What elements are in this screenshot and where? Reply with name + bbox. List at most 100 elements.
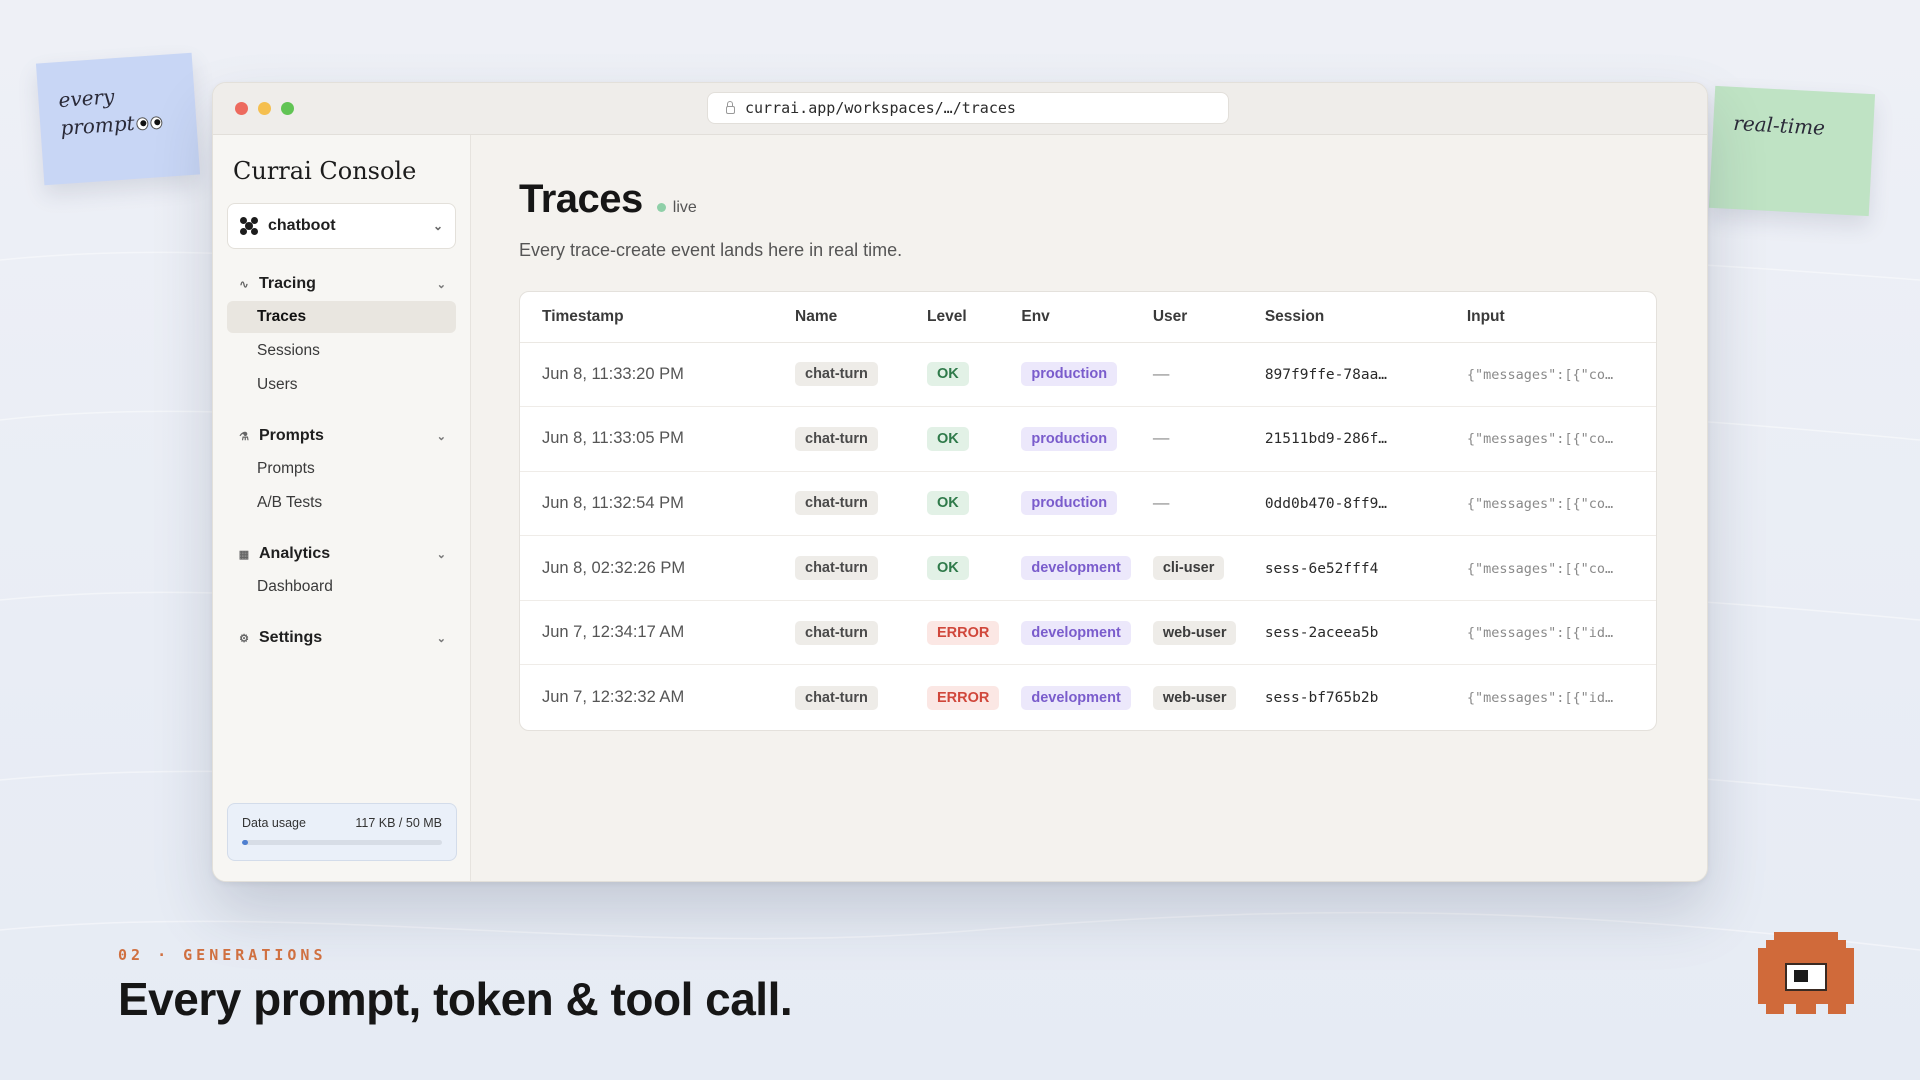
sidebar: Currai Console chatboot ⌄ ∿ Tracing ⌄ Tr…	[213, 135, 471, 881]
table-row[interactable]: Jun 8, 11:32:54 PM chat-turn OK producti…	[520, 471, 1656, 537]
project-name: chatboot	[268, 217, 336, 234]
cell-timestamp: Jun 7, 12:34:17 AM	[542, 623, 685, 642]
cell-session[interactable]: sess-2aceea5b	[1265, 625, 1379, 641]
browser-window: currai.app/workspaces/…/traces Currai Co…	[212, 82, 1708, 882]
nav-group-header-analytics[interactable]: ▦ Analytics ⌄	[227, 539, 456, 569]
cell-input: {"messages":[{"id…	[1466, 690, 1614, 707]
level-badge: ERROR	[927, 620, 1000, 645]
cell-input: {"messages":[{"co…	[1466, 431, 1614, 448]
app-brand: Currai Console	[233, 157, 417, 185]
level-badge: ERROR	[927, 685, 1000, 710]
env-badge: development	[1021, 685, 1131, 710]
column-header-timestamp[interactable]: Timestamp	[520, 292, 773, 343]
tracing-icon: ∿	[239, 278, 249, 291]
cell-input: {"messages":[{"id…	[1466, 625, 1614, 642]
env-badge: development	[1021, 620, 1131, 645]
env-badge: production	[1021, 426, 1118, 451]
live-label: live	[672, 198, 697, 216]
name-badge: chat-turn	[795, 362, 878, 387]
window-controls	[235, 102, 294, 115]
user-empty: —	[1152, 429, 1170, 448]
data-usage-fill	[242, 840, 248, 845]
cell-timestamp: Jun 8, 11:33:05 PM	[542, 429, 684, 448]
table-row[interactable]: Jun 8, 11:33:05 PM chat-turn OK producti…	[520, 406, 1656, 472]
cell-timestamp: Jun 8, 11:32:54 PM	[542, 493, 684, 512]
sidebar-item-sessions[interactable]: Sessions	[227, 335, 456, 367]
nav-group-label: Tracing	[259, 275, 316, 292]
sticky-note-text: real-time	[1732, 110, 1826, 140]
cell-session[interactable]: sess-6e52fff4	[1265, 561, 1379, 577]
cell-input: {"messages":[{"co…	[1466, 495, 1614, 512]
eyes-icon	[136, 115, 164, 131]
name-badge: chat-turn	[795, 491, 878, 516]
nav-group-prompts: ⚗ Prompts ⌄ Prompts A/B Tests	[227, 421, 456, 519]
sticky-note-line2: prompt	[59, 110, 136, 141]
env-badge: production	[1021, 362, 1118, 387]
table-row[interactable]: Jun 7, 12:32:32 AM chat-turn ERROR devel…	[520, 665, 1656, 730]
project-selector[interactable]: chatboot ⌄	[227, 203, 456, 249]
column-header-env[interactable]: Env	[999, 292, 1131, 343]
chevron-down-icon: ⌄	[436, 632, 446, 645]
cell-timestamp: Jun 8, 11:33:20 PM	[542, 364, 684, 383]
sidebar-item-traces[interactable]: Traces	[227, 301, 456, 333]
close-window-button[interactable]	[235, 102, 248, 115]
cell-session[interactable]: 21511bd9-286f…	[1265, 431, 1387, 447]
chevron-down-icon: ⌄	[432, 219, 443, 233]
nav-group-analytics: ▦ Analytics ⌄ Dashboard	[227, 539, 456, 603]
nav-group-header-tracing[interactable]: ∿ Tracing ⌄	[227, 269, 456, 299]
cell-input: {"messages":[{"co…	[1466, 560, 1614, 577]
column-header-level[interactable]: Level	[905, 292, 1000, 343]
address-bar[interactable]: currai.app/workspaces/…/traces	[707, 92, 1229, 124]
nav-group-header-prompts[interactable]: ⚗ Prompts ⌄	[227, 421, 456, 451]
mascot-logo-icon	[1758, 932, 1854, 1014]
page-subtitle: Every trace-create event lands here in r…	[519, 240, 903, 260]
cell-session[interactable]: sess-bf765b2b	[1265, 690, 1379, 706]
nav-group-header-settings[interactable]: ⚙ Settings ⌄	[227, 623, 456, 653]
nav-group-tracing: ∿ Tracing ⌄ Traces Sessions Users	[227, 269, 456, 401]
project-icon	[240, 217, 258, 235]
gear-icon: ⚙	[239, 632, 249, 645]
cell-session[interactable]: 0dd0b470-8ff9…	[1265, 496, 1387, 512]
data-usage-value: 117 KB / 50 MB	[355, 816, 442, 830]
nav-group-settings: ⚙ Settings ⌄	[227, 623, 456, 653]
nav-group-label: Analytics	[259, 545, 331, 562]
column-header-user[interactable]: User	[1130, 292, 1243, 343]
live-dot-icon	[656, 203, 666, 212]
level-badge: OK	[927, 556, 969, 581]
cell-session[interactable]: 897f9ffe-78aa…	[1265, 367, 1387, 383]
user-badge: web-user	[1152, 620, 1237, 645]
user-badge: cli-user	[1152, 556, 1225, 581]
sidebar-item-prompts[interactable]: Prompts	[227, 453, 456, 485]
live-indicator: live	[656, 198, 697, 217]
cell-input: {"messages":[{"co…	[1466, 366, 1614, 383]
column-header-input[interactable]: Input	[1444, 292, 1656, 343]
maximize-window-button[interactable]	[281, 102, 294, 115]
sidebar-item-users[interactable]: Users	[227, 369, 456, 401]
table-header-row: Timestamp Name Level Env User Session In…	[520, 292, 1656, 343]
user-empty: —	[1152, 364, 1170, 383]
table-row[interactable]: Jun 7, 12:34:17 AM chat-turn ERROR devel…	[520, 600, 1656, 666]
main-content: Traces live Every trace-create event lan…	[471, 135, 1707, 881]
slide-headline: Every prompt, token & tool call.	[118, 973, 793, 1025]
minimize-window-button[interactable]	[258, 102, 271, 115]
column-header-name[interactable]: Name	[773, 292, 905, 343]
address-bar-url: currai.app/workspaces/…/traces	[745, 99, 1016, 117]
nav-group-label: Settings	[259, 629, 323, 646]
table-row[interactable]: Jun 8, 11:33:20 PM chat-turn OK producti…	[520, 342, 1656, 408]
env-badge: development	[1021, 556, 1131, 581]
traces-table: Timestamp Name Level Env User Session In…	[520, 292, 1656, 730]
traces-table-card: Timestamp Name Level Env User Session In…	[519, 291, 1657, 731]
sticky-note-real-time: real-time	[1708, 85, 1876, 217]
sidebar-item-ab-tests[interactable]: A/B Tests	[227, 487, 456, 519]
grid-icon: ▦	[238, 548, 250, 561]
cell-timestamp: Jun 8, 02:32:26 PM	[542, 558, 686, 577]
chevron-down-icon: ⌄	[436, 548, 446, 561]
column-header-session[interactable]: Session	[1242, 292, 1445, 343]
sidebar-item-dashboard[interactable]: Dashboard	[227, 571, 456, 603]
table-row[interactable]: Jun 8, 02:32:26 PM chat-turn OK developm…	[520, 535, 1656, 601]
data-usage-label: Data usage	[242, 816, 306, 830]
data-usage-card: Data usage 117 KB / 50 MB	[227, 803, 457, 861]
level-badge: OK	[927, 426, 969, 451]
title-bar: currai.app/workspaces/…/traces	[213, 83, 1707, 135]
user-badge: web-user	[1152, 685, 1237, 710]
